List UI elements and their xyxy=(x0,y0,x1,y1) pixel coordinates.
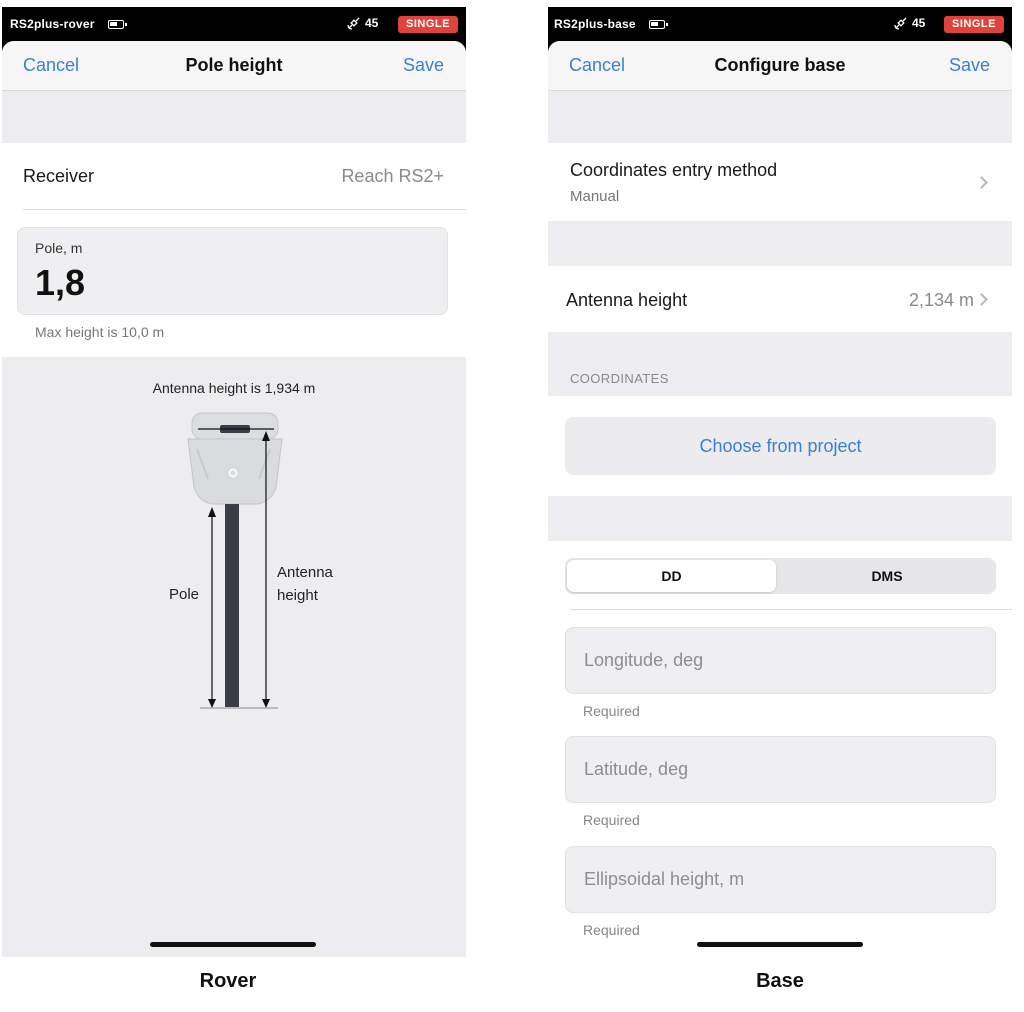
segment-dms[interactable]: DMS xyxy=(780,560,994,592)
solution-status-badge: SINGLE xyxy=(398,16,458,33)
pole-height-input[interactable]: Pole, m 1,8 xyxy=(17,227,448,315)
rover-phone-screen: RS2plus-rover 45 SINGLE Cancel Pole heig… xyxy=(2,7,466,957)
pole-measure-arrow xyxy=(208,507,216,708)
latitude-required-hint: Required xyxy=(583,812,640,828)
base-phone-screen: RS2plus-base 45 SINGLE Cancel Configure … xyxy=(548,7,1012,957)
pole-field-label: Pole, m xyxy=(35,240,83,256)
battery-icon xyxy=(649,20,668,29)
entry-method-label: Coordinates entry method xyxy=(570,160,778,180)
ellipsoidal-height-required-hint: Required xyxy=(583,922,640,938)
chevron-right-icon xyxy=(975,293,988,306)
settings-group: Receiver Reach RS2+ Pole, m 1,8 Max heig… xyxy=(2,143,466,357)
status-bar: RS2plus-rover 45 SINGLE xyxy=(2,7,466,41)
save-button[interactable]: Save xyxy=(949,55,990,76)
satellite-count-value: 45 xyxy=(365,16,379,30)
antenna-height-value: 2,134 m xyxy=(908,290,974,310)
configure-base-screen: Cancel Configure base Save Coordinates e… xyxy=(548,41,1012,957)
satellite-count: 45 xyxy=(347,16,378,30)
nav-bar: Cancel Pole height Save xyxy=(2,41,466,91)
page-title: Configure base xyxy=(714,55,846,75)
base-caption: Base xyxy=(756,970,804,992)
antenna-label-line1: Antenna xyxy=(277,564,333,581)
device-name: RS2plus-base xyxy=(554,17,636,31)
latitude-input[interactable]: Latitude, deg xyxy=(565,736,996,803)
choose-from-project-button[interactable]: Choose from project xyxy=(565,417,996,475)
satellite-icon xyxy=(894,17,907,30)
longitude-required-hint: Required xyxy=(583,703,640,719)
antenna-height-label: Antenna height xyxy=(566,290,688,310)
antenna-label-line2: height xyxy=(277,587,318,604)
pole-max-hint: Max height is 10,0 m xyxy=(35,324,165,340)
format-segmented-control: DD DMS xyxy=(565,558,996,594)
antenna-height-row[interactable]: Antenna height 2,134 m xyxy=(548,266,1012,332)
pole-label: Pole xyxy=(169,586,200,603)
receiver-illustration xyxy=(187,412,283,505)
ellipsoidal-height-placeholder: Ellipsoidal height, m xyxy=(584,869,745,889)
longitude-placeholder: Longitude, deg xyxy=(584,650,704,670)
receiver-label: Receiver xyxy=(23,166,95,186)
satellite-count: 45 xyxy=(894,16,925,30)
divider xyxy=(23,209,466,210)
solution-status-badge: SINGLE xyxy=(944,16,1004,33)
rover-caption: Rover xyxy=(199,970,257,992)
segment-dd[interactable]: DD xyxy=(567,560,776,592)
satellite-count-value: 45 xyxy=(912,16,926,30)
longitude-input[interactable]: Longitude, deg xyxy=(565,627,996,694)
status-bar: RS2plus-base 45 SINGLE xyxy=(548,7,1012,41)
nav-bar: Cancel Configure base Save xyxy=(548,41,1012,91)
ellipsoidal-height-input[interactable]: Ellipsoidal height, m xyxy=(565,846,996,913)
home-indicator[interactable] xyxy=(697,942,863,947)
antenna-height-result: Antenna height is 1,934 m xyxy=(152,380,316,396)
chevron-right-icon xyxy=(975,176,988,189)
pole-diagram xyxy=(187,412,283,709)
pole-rod xyxy=(225,504,239,707)
coordinates-section-header: COORDINATES xyxy=(570,371,669,386)
entry-method-row[interactable]: Coordinates entry method Manual xyxy=(548,143,1012,221)
coordinates-form: DD DMS Longitude, deg Required Latitude,… xyxy=(548,541,1012,957)
latitude-placeholder: Latitude, deg xyxy=(584,759,689,779)
entry-method-value: Manual xyxy=(570,188,620,205)
receiver-row[interactable]: Receiver Reach RS2+ xyxy=(2,143,466,209)
page-title: Pole height xyxy=(185,55,283,75)
home-indicator[interactable] xyxy=(150,942,316,947)
battery-icon xyxy=(108,20,127,29)
pole-height-screen: Cancel Pole height Save Receiver Reach R… xyxy=(2,41,466,957)
satellite-icon xyxy=(347,17,360,30)
device-name: RS2plus-rover xyxy=(10,17,95,31)
save-button[interactable]: Save xyxy=(403,55,444,76)
pole-field-value: 1,8 xyxy=(35,262,86,303)
choose-project-group: Choose from project xyxy=(548,396,1012,496)
receiver-value: Reach RS2+ xyxy=(341,166,444,186)
divider xyxy=(570,609,1012,610)
